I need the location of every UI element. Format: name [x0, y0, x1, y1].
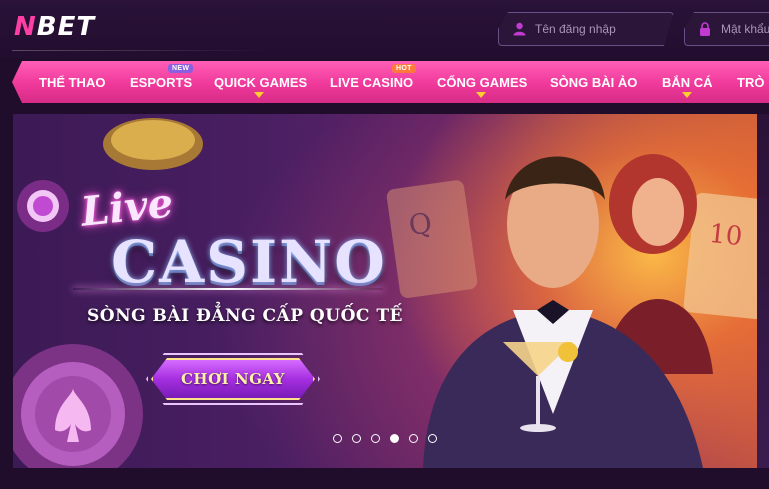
nav-item-label: THỂ THAO	[39, 74, 106, 90]
nav-item-esports[interactable]: NEW ESPORTS	[130, 61, 194, 103]
playing-card	[386, 180, 478, 298]
user-icon	[513, 22, 527, 36]
next-banner-edge	[757, 114, 769, 468]
card-rank-10: 10	[708, 219, 744, 252]
carousel-dot[interactable]	[333, 434, 342, 443]
site-logo[interactable]: NBET	[14, 12, 95, 42]
nav-item-label: LIVE CASINO	[330, 74, 414, 90]
nav-item-live-casino[interactable]: HOT LIVE CASINO	[330, 61, 416, 103]
carousel-dot[interactable]	[371, 434, 380, 443]
chevron-down-icon	[476, 92, 486, 98]
password-field[interactable]: Mật khẩu	[684, 12, 769, 46]
carousel-indicators	[333, 434, 437, 443]
username-placeholder: Tên đăng nhập	[535, 22, 616, 36]
new-badge: NEW	[168, 64, 194, 73]
main-nav: THỂ THAO NEW ESPORTS QUICK GAMES HOT LIV…	[12, 61, 769, 103]
site-header: NBET Tên đăng nhập Mật khẩu	[0, 0, 769, 58]
hero-banner[interactable]: Q 10 Live CASINO SÒNG BÀI ĐẲNG CẤP QUỐC …	[13, 114, 757, 468]
nav-item-label: QUICK GAMES	[214, 74, 308, 90]
nav-item-label: ESPORTS	[130, 74, 193, 90]
password-placeholder: Mật khẩu	[721, 22, 769, 36]
carousel-dot[interactable]	[352, 434, 361, 443]
hot-badge: HOT	[392, 64, 416, 73]
chevron-down-icon	[254, 92, 264, 98]
nav-item-cong-games[interactable]: CỔNG GAMES	[437, 61, 527, 103]
nav-item-ban-ca[interactable]: BẮN CÁ	[662, 61, 713, 103]
nav-item-label: CỔNG GAMES	[437, 74, 528, 90]
nav-item-label: SÒNG BÀI ẢO	[550, 74, 638, 90]
nav-item-label: TRÒ	[737, 74, 765, 90]
banner-tagline: SÒNG BÀI ĐẲNG CẤP QUỐC TẾ	[87, 306, 403, 326]
play-now-button[interactable]: CHƠI NGAY	[151, 358, 315, 400]
casino-title: CASINO	[111, 228, 387, 296]
title-divider	[73, 288, 383, 290]
nav-item-song-bai-ao[interactable]: SÒNG BÀI ẢO	[550, 61, 637, 103]
carousel-dot-active[interactable]	[390, 434, 399, 443]
card-rank-q: Q	[407, 206, 434, 242]
carousel-dot[interactable]	[409, 434, 418, 443]
username-field[interactable]: Tên đăng nhập	[498, 12, 674, 46]
nav-item-tro[interactable]: TRÒ	[737, 61, 764, 103]
chevron-down-icon	[682, 92, 692, 98]
nav-item-the-thao[interactable]: THỂ THAO	[39, 61, 105, 103]
logo-divider	[12, 50, 268, 51]
nav-item-quick-games[interactable]: QUICK GAMES	[214, 61, 307, 103]
carousel-dot[interactable]	[428, 434, 437, 443]
nav-item-label: BẮN CÁ	[662, 74, 713, 90]
lock-icon	[699, 22, 713, 36]
